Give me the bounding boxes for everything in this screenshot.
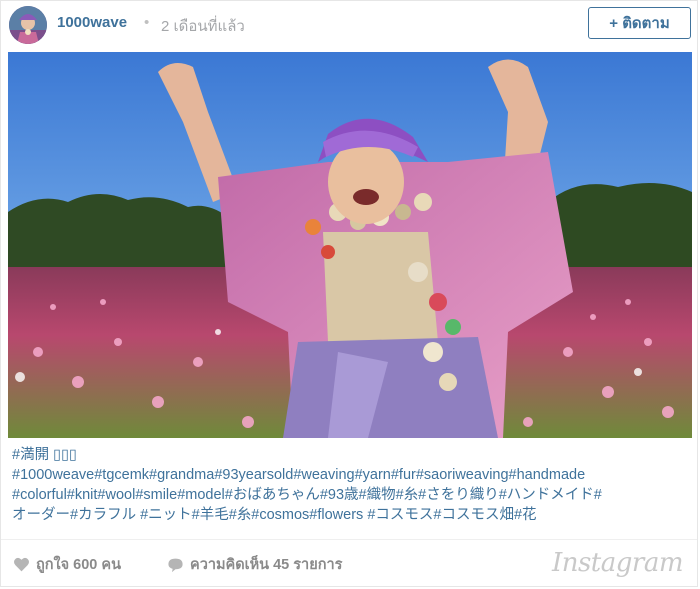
avatar-image (9, 6, 47, 44)
post-photo[interactable] (8, 52, 692, 438)
instagram-logo[interactable]: Instagram (552, 548, 684, 578)
username[interactable]: 1000wave (57, 14, 127, 31)
caption-line[interactable]: オーダー#カラフル #ニット#羊毛#糸#cosmos#flowers #コスモス… (12, 505, 692, 525)
photo-image (8, 52, 692, 438)
caption-line[interactable]: #colorful#knit#wool#smile#model#おばあちゃん#9… (12, 485, 692, 505)
post-footer: ถูกใจ 600 คน ความคิดเห็น 45 รายการ Insta… (1, 540, 697, 588)
separator-dot: • (144, 14, 150, 31)
follow-button[interactable]: + ติดตาม (588, 7, 691, 39)
comments-count: ความคิดเห็น 45 รายการ (190, 557, 343, 573)
comment-button[interactable]: ความคิดเห็น 45 รายการ (167, 553, 342, 576)
post-header: 1000wave • 2 เดือนที่แล้ว + ติดตาม (1, 1, 697, 49)
avatar[interactable] (9, 6, 47, 44)
post-card: 1000wave • 2 เดือนที่แล้ว + ติดตาม #満開 ▯… (0, 0, 698, 587)
likes-count: ถูกใจ 600 คน (36, 557, 121, 573)
heart-icon (14, 557, 29, 572)
post-time[interactable]: 2 เดือนที่แล้ว (161, 14, 245, 38)
post-caption: #満開 ▯▯▯ #1000weave#tgcemk#grandma#93year… (12, 445, 692, 525)
speech-bubble-icon (168, 558, 183, 572)
caption-line[interactable]: #1000weave#tgcemk#grandma#93yearsold#wea… (12, 465, 692, 485)
like-button[interactable]: ถูกใจ 600 คน (13, 553, 121, 576)
caption-line[interactable]: #満開 ▯▯▯ (12, 445, 692, 465)
